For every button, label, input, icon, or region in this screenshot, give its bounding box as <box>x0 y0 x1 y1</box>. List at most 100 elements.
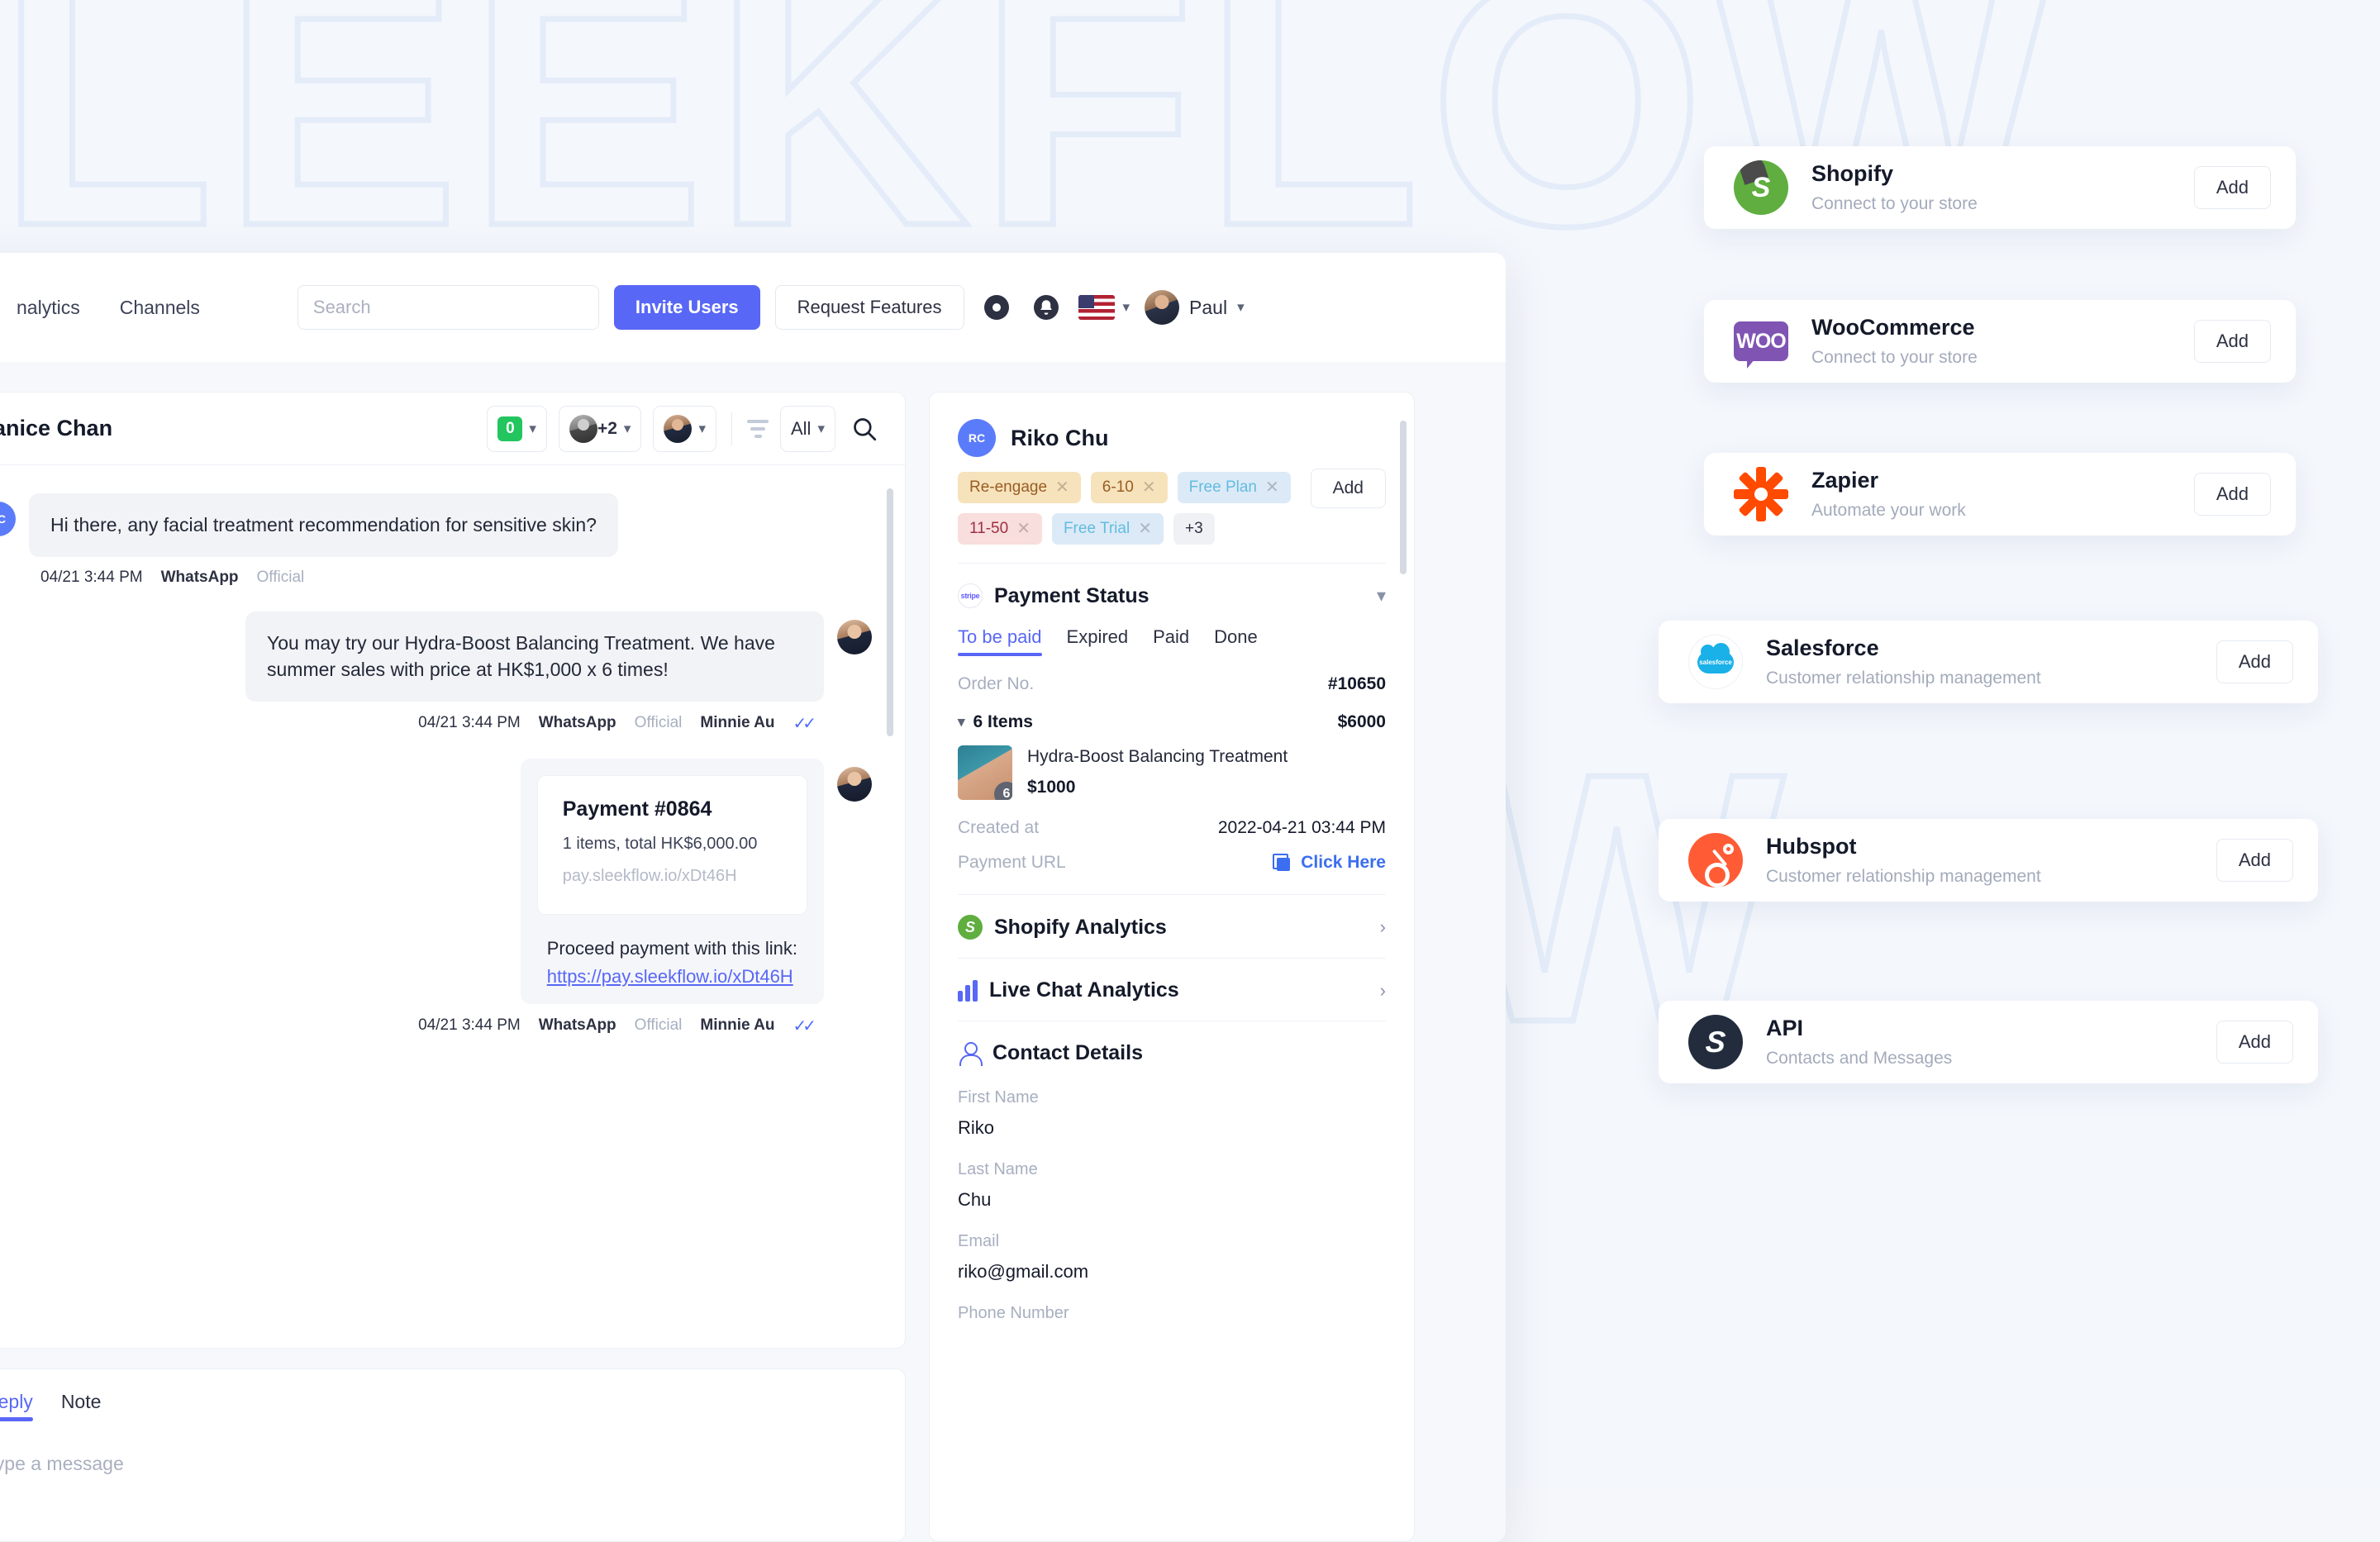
search-input[interactable] <box>298 285 599 330</box>
read-receipt-icon: ✓✓ <box>793 1016 812 1036</box>
zapier-logo-icon <box>1734 467 1788 521</box>
field-value[interactable]: riko@gmail.com <box>958 1261 1386 1283</box>
message-list-scrollbar[interactable] <box>887 488 893 736</box>
tag-chip[interactable]: 11-50✕ <box>958 513 1042 545</box>
payment-message-row: Payment #0864 1 items, total HK$6,000.00… <box>0 759 872 1004</box>
request-features-button[interactable]: Request Features <box>775 285 964 330</box>
language-selector[interactable]: ▾ <box>1078 290 1130 325</box>
integration-card-shopify[interactable]: S Shopify Connect to your store Add <box>1704 146 2296 229</box>
add-integration-button[interactable]: Add <box>2216 1021 2293 1064</box>
message-agent: Minnie Au <box>700 1016 774 1035</box>
nav-item-analytics[interactable]: nalytics <box>17 297 80 319</box>
tag-label: Free Trial <box>1064 520 1130 538</box>
order-items-label: ▾6 Items <box>958 712 1033 732</box>
add-integration-button[interactable]: Add <box>2194 320 2271 363</box>
product-quantity-badge: 6 <box>994 782 1012 800</box>
close-icon[interactable]: ✕ <box>1016 521 1031 537</box>
us-flag-icon <box>1078 295 1115 320</box>
integration-card-woocommerce[interactable]: WOO WooCommerce Connect to your store Ad… <box>1704 300 2296 383</box>
invite-users-button[interactable]: Invite Users <box>614 285 760 330</box>
message-time: 04/21 3:44 PM <box>40 569 143 587</box>
chevron-down-icon[interactable]: ▾ <box>1377 585 1386 607</box>
integration-description: Contacts and Messages <box>1766 1049 2216 1068</box>
close-icon[interactable]: ✕ <box>1138 521 1152 537</box>
tag-label: Re-engage <box>969 478 1047 497</box>
tab-expired[interactable]: Expired <box>1067 626 1129 656</box>
nav-item-channels[interactable]: Channels <box>120 297 200 319</box>
copy-icon[interactable] <box>1273 854 1291 872</box>
app-body: Janice Chan 0 ▾ +2 ▾ ▾ <box>0 362 1506 1542</box>
search-icon[interactable] <box>847 412 882 446</box>
nav-right-group: Invite Users Request Features ▾ <box>298 285 1245 330</box>
close-icon[interactable]: ✕ <box>1055 479 1069 496</box>
salesforce-logo-icon: salesforce <box>1688 635 1743 689</box>
integration-card-api[interactable]: S API Contacts and Messages Add <box>1659 1001 2318 1083</box>
message-bubble: Hi there, any facial treatment recommend… <box>29 493 618 557</box>
message-meta: 04/21 3:44 PM WhatsApp Official Minnie A… <box>0 1016 872 1036</box>
add-tag-button[interactable]: Add <box>1311 469 1386 508</box>
assignee-selector[interactable]: ▾ <box>653 406 716 452</box>
integration-card-hubspot[interactable]: Hubspot Customer relationship management… <box>1659 819 2318 902</box>
message-meta: 04/21 3:44 PM WhatsApp Official Minnie A… <box>0 713 872 734</box>
payment-card-subtitle: 1 items, total HK$6,000.00 <box>563 835 782 854</box>
filter-scope-selector[interactable]: All ▾ <box>780 406 835 452</box>
channel-selector[interactable]: 0 ▾ <box>487 406 547 452</box>
assignee-group-selector[interactable]: +2 ▾ <box>559 406 642 452</box>
message-input[interactable]: Type a message <box>0 1453 878 1475</box>
tag-chip[interactable]: 6-10 ✕ <box>1091 472 1168 503</box>
composer-tabs: Reply Note <box>0 1391 878 1421</box>
payment-status-section-header[interactable]: stripe Payment Status ▾ <box>958 563 1386 626</box>
tag-chip[interactable]: Re-engage ✕ <box>958 472 1081 503</box>
field-value[interactable]: Riko <box>958 1117 1386 1139</box>
chevron-down-icon: ▾ <box>1123 299 1130 316</box>
tag-chip[interactable]: Free Plan✕ <box>1178 472 1291 503</box>
field-value[interactable]: Chu <box>958 1189 1386 1211</box>
add-integration-button[interactable]: Add <box>2216 839 2293 882</box>
integration-card-zapier[interactable]: Zapier Automate your work Add <box>1704 453 2296 535</box>
chevron-right-icon[interactable]: › <box>1380 980 1386 1002</box>
integration-description: Customer relationship management <box>1766 669 2216 688</box>
order-items-row[interactable]: ▾6 Items $6000 <box>958 712 1386 732</box>
gear-icon[interactable] <box>979 290 1014 325</box>
payment-url-link[interactable]: Click Here <box>1301 853 1386 873</box>
created-at-label: Created at <box>958 818 1039 838</box>
message-meta: 04/21 3:44 PM WhatsApp Official <box>0 569 872 587</box>
chevron-right-icon[interactable]: › <box>1380 916 1386 938</box>
tag-label: 6-10 <box>1102 478 1134 497</box>
user-menu[interactable]: Paul ▾ <box>1145 290 1245 325</box>
integration-name: API <box>1766 1016 1803 1040</box>
filter-icon[interactable] <box>747 420 769 438</box>
live-chat-analytics-section[interactable]: Live Chat Analytics › <box>958 958 1386 1021</box>
tab-reply[interactable]: Reply <box>0 1391 33 1421</box>
tag-overflow-chip[interactable]: +3 <box>1173 513 1215 545</box>
close-icon[interactable]: ✕ <box>1142 479 1156 496</box>
tab-paid[interactable]: Paid <box>1153 626 1189 656</box>
integration-card-salesforce[interactable]: salesforce Salesforce Customer relations… <box>1659 621 2318 703</box>
message-time: 04/21 3:44 PM <box>418 1016 521 1035</box>
contact-sidebar-scrollbar[interactable] <box>1400 421 1407 574</box>
created-at-row: Created at 2022-04-21 03:44 PM <box>958 818 1386 838</box>
close-icon[interactable]: ✕ <box>1265 479 1279 496</box>
avatar <box>569 415 597 443</box>
tag-chip[interactable]: Free Trial ✕ <box>1052 513 1164 545</box>
add-integration-button[interactable]: Add <box>2216 640 2293 683</box>
add-integration-button[interactable]: Add <box>2194 166 2271 209</box>
message-channel: WhatsApp <box>539 714 616 732</box>
payment-body-text: Proceed payment with this link: <box>537 938 807 959</box>
filter-scope-label: All <box>791 418 811 440</box>
field-phone-number: Phone Number <box>958 1304 1386 1323</box>
field-label: Phone Number <box>958 1304 1386 1323</box>
shopify-analytics-section[interactable]: S Shopify Analytics › <box>958 894 1386 958</box>
tab-to-be-paid[interactable]: To be paid <box>958 626 1042 656</box>
payment-card[interactable]: Payment #0864 1 items, total HK$6,000.00… <box>537 775 807 915</box>
contact-header: RC Riko Chu <box>958 419 1386 457</box>
bell-icon[interactable] <box>1029 290 1064 325</box>
integration-description: Automate your work <box>1811 501 2194 521</box>
tab-done[interactable]: Done <box>1214 626 1258 656</box>
contact-details-section: Contact Details <box>958 1021 1386 1083</box>
payment-link[interactable]: https://pay.sleekflow.io/xDt46H <box>537 966 807 988</box>
add-integration-button[interactable]: Add <box>2194 473 2271 516</box>
chevron-down-icon: ▾ <box>958 714 965 731</box>
message-bubble: You may try our Hydra-Boost Balancing Tr… <box>245 612 824 702</box>
tab-note[interactable]: Note <box>61 1391 102 1421</box>
